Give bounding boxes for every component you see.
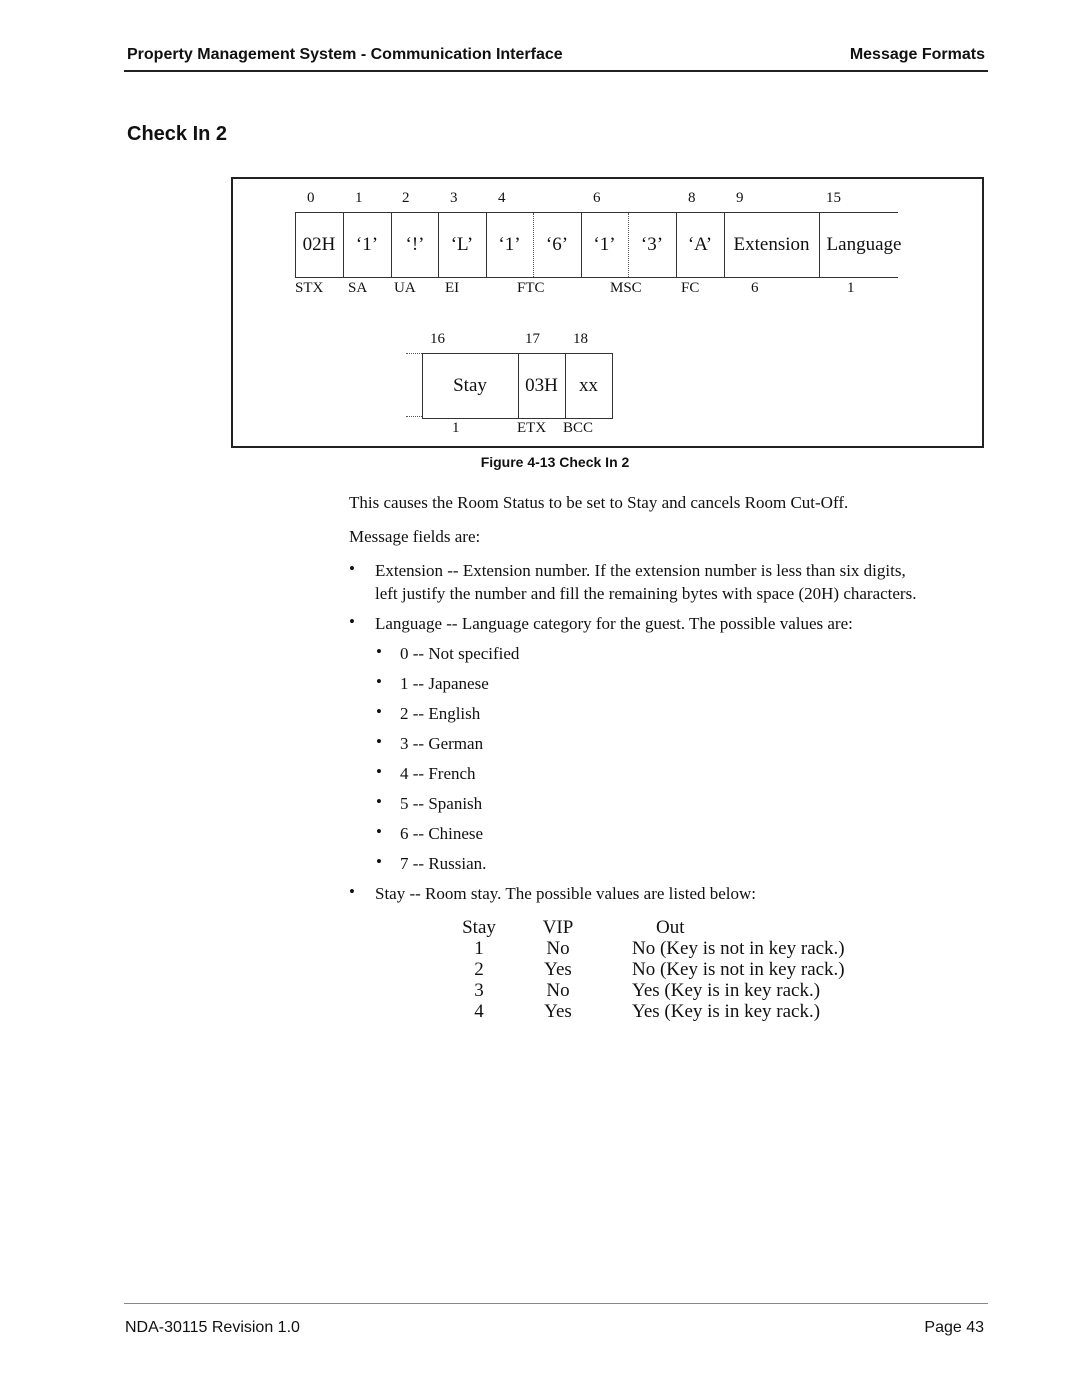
table-row: 1 No No (Key is not in key rack.): [450, 938, 896, 959]
figure-caption: Figure 4-13 Check In 2: [480, 454, 630, 470]
field-label: 1: [452, 420, 460, 436]
cell-out: Yes (Key is in key rack.): [632, 980, 821, 1001]
fields-intro: Message fields are:: [349, 527, 481, 546]
field-stx: 02H: [302, 234, 336, 255]
bullet-icon: •: [376, 792, 382, 811]
cell-out: No (Key is not in key rack.): [632, 959, 845, 980]
language-description: Language -- Language category for the gu…: [375, 614, 853, 633]
byte-index: 18: [573, 331, 588, 347]
byte-index: 15: [826, 190, 841, 206]
bullet-icon: •: [376, 852, 382, 871]
byte-index: 8: [688, 190, 696, 206]
message-format-figure: 0 1 2 3 4 6 8 9 15 02H ‘1’ ‘!’ ‘L’ ‘1’ ‘…: [231, 177, 984, 448]
byte-index: 9: [736, 190, 744, 206]
language-option: 3 -- German: [400, 734, 484, 753]
language-option: 1 -- Japanese: [400, 674, 489, 693]
bullet-icon: •: [376, 762, 382, 781]
field-label: UA: [394, 280, 416, 296]
table-row: 3 No Yes (Key is in key rack.): [450, 980, 896, 1001]
column-header-out: Out: [656, 917, 685, 938]
cell-vip: No: [546, 980, 570, 1001]
language-option: 4 -- French: [400, 764, 476, 783]
language-option: 5 -- Spanish: [400, 794, 483, 813]
field-label: STX: [295, 280, 324, 296]
byte-index: 4: [498, 190, 506, 206]
field-ei: ‘L’: [450, 234, 474, 255]
footer-rule: [124, 1303, 988, 1304]
field-label: MSC: [610, 280, 642, 296]
byte-index: 0: [307, 190, 315, 206]
field-label: FC: [681, 280, 700, 296]
bullet-icon: •: [376, 732, 382, 751]
language-option: 2 -- English: [400, 704, 481, 723]
header-rule: [124, 70, 988, 72]
running-header-title: Property Management System - Communicati…: [127, 46, 563, 63]
table-header-row: Stay VIP Out: [450, 917, 896, 938]
field-msc-2: ‘3’: [640, 234, 664, 255]
cell-vip: Yes: [544, 1001, 572, 1022]
table-row: 4 Yes Yes (Key is in key rack.): [450, 1001, 896, 1022]
language-option: 0 -- Not specified: [400, 644, 520, 663]
field-msc-1: ‘1’: [593, 234, 616, 255]
continuation-mark: [406, 416, 422, 417]
cell-stay: 1: [474, 938, 484, 959]
cell-vip: Yes: [544, 959, 572, 980]
field-label: FTC: [517, 280, 545, 296]
field-language: Language: [826, 234, 902, 255]
field-label: SA: [348, 280, 368, 296]
field-bcc: xx: [579, 375, 598, 396]
message-row-1: 02H ‘1’ ‘!’ ‘L’ ‘1’ ‘6’ ‘1’ ‘3’ ‘A’ Exte…: [295, 212, 901, 278]
byte-index: 1: [355, 190, 363, 206]
field-fc: ‘A’: [687, 234, 713, 255]
bullet-icon: •: [349, 559, 355, 578]
field-ua: ‘!’: [405, 234, 425, 255]
field-label: ETX: [517, 420, 547, 436]
cell-stay: 3: [474, 980, 484, 1001]
extension-description-line2: left justify the number and fill the rem…: [375, 584, 917, 603]
page-number: Page 43: [924, 1319, 984, 1336]
byte-index: 17: [525, 331, 540, 347]
field-label: 1: [847, 280, 855, 296]
byte-index: 3: [450, 190, 458, 206]
field-sa: ‘1’: [355, 234, 379, 255]
field-ftc-2: ‘6’: [545, 234, 569, 255]
field-ftc-1: ‘1’: [498, 234, 521, 255]
bullet-icon: •: [376, 672, 382, 691]
table-row: 2 Yes No (Key is not in key rack.): [450, 959, 896, 980]
section-title: Check In 2: [127, 123, 228, 145]
stay-values-table: Stay VIP Out 1 No No (Key is not in key …: [450, 917, 896, 1022]
language-option: 7 -- Russian.: [400, 854, 487, 873]
cell-stay: 4: [474, 1001, 484, 1022]
extension-description-line1: Extension -- Extension number. If the ex…: [375, 561, 906, 580]
intro-paragraph: This causes the Room Status to be set to…: [349, 493, 849, 512]
cell-out: Yes (Key is in key rack.): [632, 1001, 821, 1022]
bullet-icon: •: [376, 822, 382, 841]
running-header-section: Message Formats: [849, 46, 985, 63]
language-option: 6 -- Chinese: [400, 824, 484, 843]
byte-index: 2: [402, 190, 410, 206]
cell-vip: No: [546, 938, 570, 959]
field-label: EI: [445, 280, 460, 296]
cell-stay: 2: [474, 959, 484, 980]
field-label: BCC: [563, 420, 594, 436]
byte-index: 6: [593, 190, 601, 206]
document-revision: NDA-30115 Revision 1.0: [125, 1319, 300, 1336]
cell-out: No (Key is not in key rack.): [632, 938, 845, 959]
bullet-icon: •: [349, 612, 355, 631]
field-label: 6: [751, 280, 759, 296]
field-stay: Stay: [453, 375, 487, 396]
column-header-vip: VIP: [542, 917, 574, 938]
byte-index: 16: [430, 331, 445, 347]
bullet-icon: •: [376, 642, 382, 661]
field-extension: Extension: [733, 234, 810, 255]
continuation-mark: [406, 353, 422, 354]
bullet-icon: •: [349, 882, 355, 901]
column-header-stay: Stay: [462, 917, 496, 938]
field-etx: 03H: [525, 375, 558, 396]
bullet-icon: •: [376, 702, 382, 721]
message-row-2: Stay 03H xx: [422, 353, 613, 419]
stay-description: Stay -- Room stay. The possible values a…: [375, 884, 757, 903]
